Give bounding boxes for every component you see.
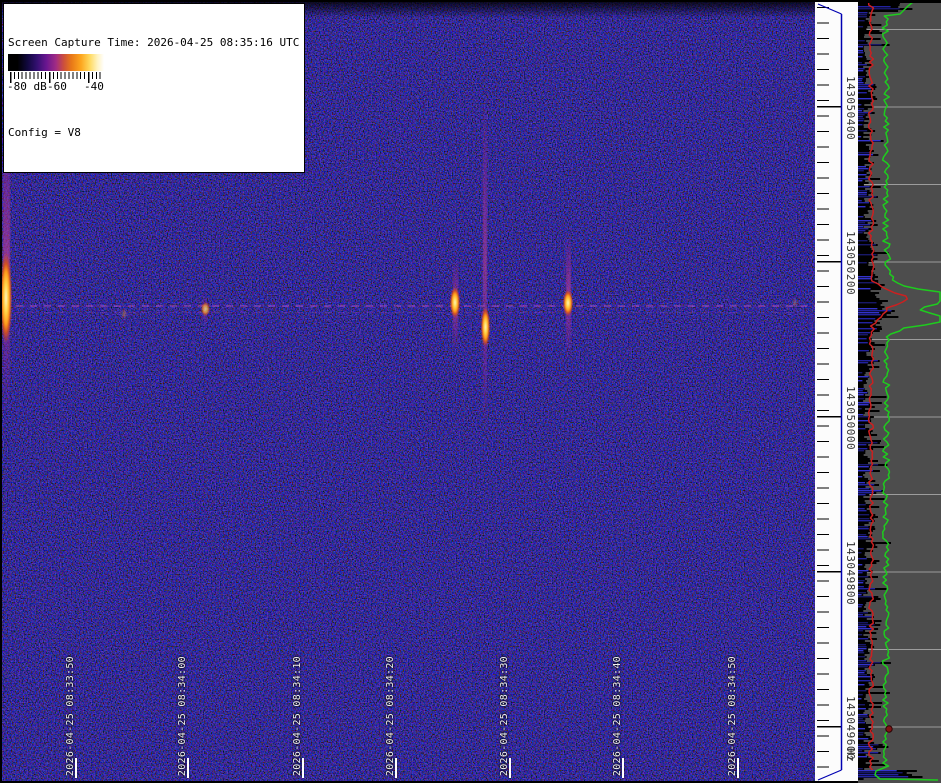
time-label: 2026-04-25 08:34:40 [611,656,624,776]
echo-core [201,302,210,316]
echo-core [481,307,490,347]
frequency-unit-label: Hz [844,748,857,762]
config-text: Config = V8 [8,125,299,140]
amplitude-gradient-bar [8,54,104,71]
legend-label-80db: -80 dB [7,80,47,93]
echo-core [120,308,128,320]
legend-label-40db: -40 [84,80,104,93]
frequency-label: 143050400 [844,76,857,140]
capture-time-text: Screen Capture Time: 2026-04-25 08:35:16… [8,35,299,50]
time-label: 2026-04-25 08:34:00 [176,656,189,776]
frequency-axis[interactable]: 1430504001430502001430500001430498001430… [815,2,858,781]
frequency-label: 143050000 [844,386,857,450]
frequency-label: 143049800 [844,541,857,605]
spectrum-panel[interactable] [858,0,941,783]
color-scale-legend: -80 dB -60 -40 [5,52,107,93]
echo-core [563,290,573,316]
time-label: 2026-04-25 08:34:20 [384,656,397,776]
time-label: 2026-04-25 08:34:50 [726,656,739,776]
frequency-label: 143050200 [844,231,857,295]
spectrum-graph [858,0,941,783]
echo-column [483,90,487,434]
time-label: 2026-04-25 08:34:10 [291,656,304,776]
echo-core [450,287,460,318]
spectrum-capture-window: 2026-04-25 08:33:50 2026-04-25 08:34:00 20… [0,0,941,783]
echo-core [791,298,799,308]
time-label: 2026-04-25 08:34:30 [498,656,511,776]
legend-label-60db: -60 [47,80,67,93]
time-label: 2026-04-25 08:33:50 [64,656,77,776]
